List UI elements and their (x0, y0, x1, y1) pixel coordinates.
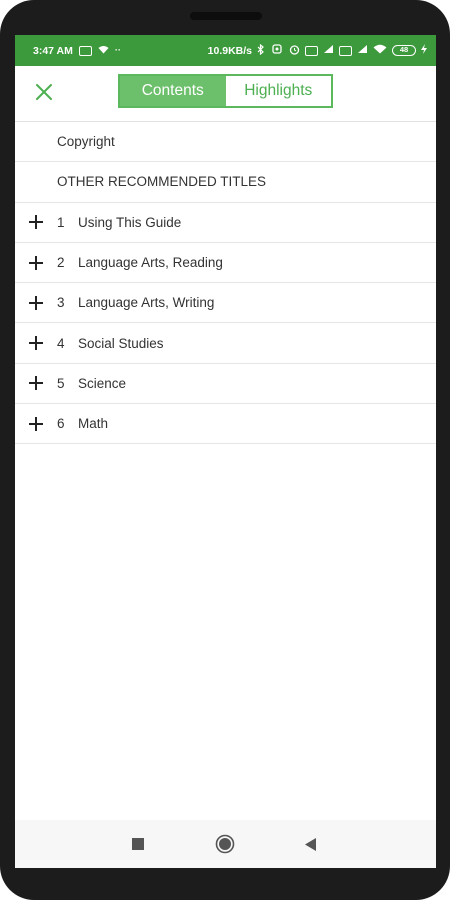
screen: 3:47 AM ·· 10.9KB/s 48 Contents Highligh… (15, 35, 436, 868)
back-button[interactable] (291, 820, 331, 868)
vibrate-icon (270, 44, 284, 57)
notification-icon (78, 45, 92, 56)
toc-item-number: 5 (57, 375, 65, 391)
alarm-icon (289, 44, 300, 58)
home-button[interactable] (205, 820, 245, 868)
toc-item-number: 4 (57, 335, 65, 351)
toc-item-chapter-6[interactable]: 6 Math (15, 404, 436, 445)
toc-item-title: Language Arts, Writing (78, 295, 215, 311)
toc-item-title: Copyright (57, 134, 115, 150)
toc-item-title: Social Studies (78, 335, 164, 351)
plus-icon[interactable] (15, 214, 57, 230)
charging-icon (421, 44, 427, 57)
toc-item-title: Using This Guide (78, 214, 182, 230)
toc-item-number: 2 (57, 255, 65, 271)
more-icon: ·· (114, 45, 121, 55)
phone-frame: 3:47 AM ·· 10.9KB/s 48 Contents Highligh… (0, 0, 450, 900)
toc-item-number: 1 (57, 214, 65, 230)
toc-item-title: Science (78, 375, 127, 391)
bluetooth-icon (257, 43, 265, 58)
volte-icon (305, 45, 318, 56)
close-icon (36, 84, 52, 100)
contents-highlights-toggle: Contents Highlights (118, 74, 333, 108)
signal-icon (323, 44, 334, 57)
status-time: 3:47 AM (33, 44, 73, 57)
toc-item-chapter-1[interactable]: 1 Using This Guide (15, 203, 436, 243)
toc-item-title: Math (78, 416, 109, 432)
toc-item-chapter-4[interactable]: 4 Social Studies (15, 323, 436, 364)
toc-list: Copyright OTHER RECOMMENDED TITLES 1 Usi… (15, 122, 436, 445)
square-icon (132, 838, 144, 850)
triangle-back-icon (305, 837, 316, 851)
close-button[interactable] (32, 80, 56, 104)
wifi-icon (373, 44, 387, 57)
battery-icon: 48 (392, 45, 416, 56)
wifi-small-icon (98, 45, 109, 57)
volte-2-icon (339, 45, 352, 56)
toc-item-title: Language Arts, Reading (78, 255, 223, 271)
navigation-bar (15, 820, 436, 868)
tab-contents[interactable]: Contents (120, 76, 226, 106)
toc-item-chapter-5[interactable]: 5 Science (15, 364, 436, 405)
tab-highlights[interactable]: Highlights (225, 76, 331, 106)
speaker-grille (190, 12, 262, 20)
toc-item-number: 3 (57, 295, 65, 311)
toc-item-title: OTHER RECOMMENDED TITLES (57, 174, 267, 190)
toc-item-copyright[interactable]: Copyright (15, 122, 436, 163)
toc-item-other-recommended-titles[interactable]: OTHER RECOMMENDED TITLES (15, 162, 436, 203)
toc-item-chapter-2[interactable]: 2 Language Arts, Reading (15, 243, 436, 284)
network-speed: 10.9KB/s (207, 44, 252, 57)
plus-icon[interactable] (15, 416, 57, 432)
recents-button[interactable] (118, 820, 158, 868)
circle-icon (215, 834, 235, 854)
plus-icon[interactable] (15, 375, 57, 391)
toc-item-chapter-3[interactable]: 3 Language Arts, Writing (15, 283, 436, 324)
contents-header: Contents Highlights (15, 66, 436, 122)
plus-icon[interactable] (15, 295, 57, 311)
status-bar: 3:47 AM ·· 10.9KB/s 48 (15, 35, 436, 66)
signal-2-icon (357, 44, 368, 57)
plus-icon[interactable] (15, 335, 57, 351)
toc-item-number: 6 (57, 416, 65, 432)
plus-icon[interactable] (15, 255, 57, 271)
